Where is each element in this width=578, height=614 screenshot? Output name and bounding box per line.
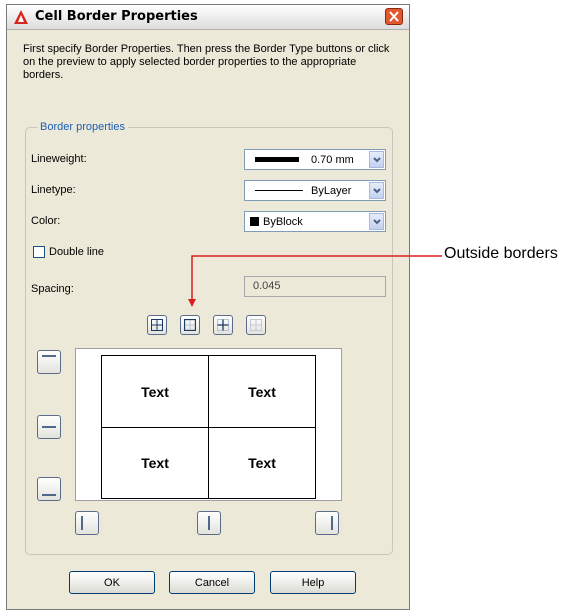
callout-leader-line: [188, 255, 442, 307]
outside-borders-callout: Outside borders: [444, 245, 558, 262]
